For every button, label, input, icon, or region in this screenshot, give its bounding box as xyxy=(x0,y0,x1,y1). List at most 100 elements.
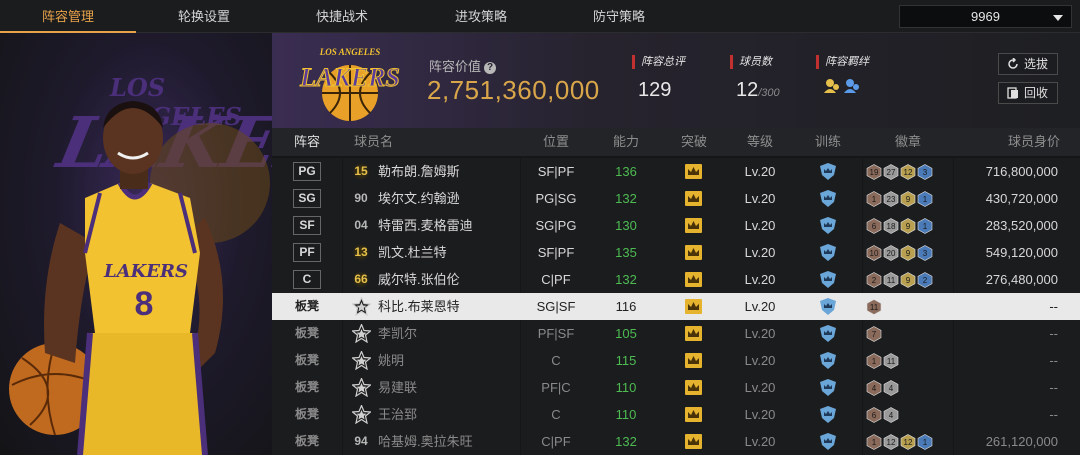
player-salary: 283,520,000 xyxy=(985,218,1058,233)
crown-icon[interactable] xyxy=(685,272,702,287)
badge-icon[interactable]: 9 xyxy=(900,191,916,207)
crown-icon[interactable] xyxy=(685,434,702,449)
badge-icon[interactable]: 6 xyxy=(866,407,882,423)
crown-icon[interactable] xyxy=(685,299,702,314)
badge-icon[interactable]: 12 xyxy=(900,164,916,180)
tab-quick-tactics[interactable]: 快捷战术 xyxy=(272,0,412,33)
crown-icon[interactable] xyxy=(685,191,702,206)
badge-icon[interactable]: 27 xyxy=(883,164,899,180)
badge-icon[interactable]: 1 xyxy=(866,353,882,369)
player-name[interactable]: 威尔特.张伯伦 xyxy=(378,266,518,293)
table-row[interactable]: 板凳 94 哈基姆.奥拉朱旺 C|PF 132 Lv.20 1 12 12 1 … xyxy=(272,428,1080,455)
bond-icon-gold xyxy=(824,79,839,93)
table-row[interactable]: PF 13 凯文.杜兰特 SF|PF 135 Lv.20 10 20 9 3 5… xyxy=(272,239,1080,266)
player-name[interactable]: 勒布朗.詹姆斯 xyxy=(378,158,518,185)
badge-icon[interactable]: 2 xyxy=(917,272,933,288)
table-row[interactable]: 板凳 科比.布莱恩特 SG|SF 116 Lv.20 11 -- xyxy=(272,293,1080,320)
player-ability: 136 xyxy=(615,164,637,179)
recycle-button[interactable]: 回收 xyxy=(998,82,1058,104)
badge-icon[interactable]: 12 xyxy=(883,434,899,450)
badge-icon[interactable]: 1 xyxy=(917,434,933,450)
badge-icon[interactable]: 6 xyxy=(866,218,882,234)
table-row[interactable]: 板凳 姚明 C 115 Lv.20 1 11 -- xyxy=(272,347,1080,374)
badge-icon[interactable]: 4 xyxy=(883,407,899,423)
training-shield-icon[interactable] xyxy=(819,379,837,396)
training-shield-icon[interactable] xyxy=(819,190,837,207)
badge-icon[interactable]: 9 xyxy=(900,245,916,261)
player-name[interactable]: 特雷西.麦格雷迪 xyxy=(378,212,518,239)
training-shield-icon[interactable] xyxy=(819,163,837,180)
bond-icons[interactable] xyxy=(816,77,869,100)
top-nav: 阵容管理 轮换设置 快捷战术 进攻策略 防守策略 9969 xyxy=(0,0,1080,33)
lineup-select[interactable]: 9969 xyxy=(899,5,1072,28)
training-shield-icon[interactable] xyxy=(819,271,837,288)
crown-icon[interactable] xyxy=(685,326,702,341)
player-name[interactable]: 李凯尔 xyxy=(378,320,518,347)
training-shield-icon[interactable] xyxy=(819,325,837,342)
crown-icon[interactable] xyxy=(685,218,702,233)
player-name[interactable]: 易建联 xyxy=(378,374,518,401)
badge-icon[interactable]: 11 xyxy=(866,299,882,315)
crown-icon[interactable] xyxy=(685,380,702,395)
player-rank-star-icon xyxy=(350,349,373,371)
badge-icon[interactable]: 23 xyxy=(883,191,899,207)
tab-rotation-settings[interactable]: 轮换设置 xyxy=(136,0,272,33)
badge-icon[interactable]: 18 xyxy=(883,218,899,234)
tab-offense-strategy[interactable]: 进攻策略 xyxy=(412,0,550,33)
player-name[interactable]: 科比.布莱恩特 xyxy=(378,293,518,320)
badge-icon[interactable]: 11 xyxy=(883,353,899,369)
badge-icon[interactable]: 3 xyxy=(917,245,933,261)
player-name[interactable]: 哈基姆.奥拉朱旺 xyxy=(378,428,518,455)
badge-icon[interactable]: 11 xyxy=(883,272,899,288)
player-name[interactable]: 凯文.杜兰特 xyxy=(378,239,518,266)
badge-icon[interactable]: 10 xyxy=(866,245,882,261)
badge-icon[interactable]: 9 xyxy=(900,272,916,288)
table-row[interactable]: 板凳 易建联 PF|C 110 Lv.20 4 4 -- xyxy=(272,374,1080,401)
table-row[interactable]: SF 04 特雷西.麦格雷迪 SG|PG 130 Lv.20 6 18 9 1 … xyxy=(272,212,1080,239)
tab-defense-strategy[interactable]: 防守策略 xyxy=(550,0,688,33)
help-icon[interactable]: ? xyxy=(484,61,497,74)
player-rank-star-icon xyxy=(350,322,373,344)
training-shield-icon[interactable] xyxy=(819,244,837,261)
player-rank-star-icon xyxy=(350,403,373,425)
slot-label: 板凳 xyxy=(294,353,319,367)
training-shield-icon[interactable] xyxy=(819,217,837,234)
crown-icon[interactable] xyxy=(685,407,702,422)
badge-icon[interactable]: 1 xyxy=(866,191,882,207)
training-shield-icon[interactable] xyxy=(819,406,837,423)
player-name[interactable]: 姚明 xyxy=(378,347,518,374)
crown-icon[interactable] xyxy=(685,245,702,260)
table-row[interactable]: PG 15 勒布朗.詹姆斯 SF|PF 136 Lv.20 19 27 12 3… xyxy=(272,158,1080,185)
player-number-tag: 90 xyxy=(354,191,368,205)
badge-icon[interactable]: 4 xyxy=(866,380,882,396)
player-number-tag: 13 xyxy=(352,244,370,261)
badge-icon[interactable]: 7 xyxy=(866,326,882,342)
badge-icon[interactable]: 1 xyxy=(917,218,933,234)
training-shield-icon[interactable] xyxy=(819,433,837,450)
crown-icon[interactable] xyxy=(685,164,702,179)
badge-icon[interactable]: 1 xyxy=(917,191,933,207)
badge-icon[interactable]: 2 xyxy=(866,272,882,288)
badge-icon[interactable]: 12 xyxy=(900,434,916,450)
badge-icon[interactable]: 19 xyxy=(866,164,882,180)
badge-icon[interactable]: 9 xyxy=(900,218,916,234)
table-row[interactable]: C 66 威尔特.张伯伦 C|PF 132 Lv.20 2 11 9 2 276… xyxy=(272,266,1080,293)
badge-icon[interactable]: 4 xyxy=(883,380,899,396)
table-row[interactable]: 板凳 王治郅 C 110 Lv.20 6 4 -- xyxy=(272,401,1080,428)
player-name[interactable]: 埃尔文.约翰逊 xyxy=(378,185,518,212)
badge-icon[interactable]: 3 xyxy=(917,164,933,180)
tab-lineup-management[interactable]: 阵容管理 xyxy=(0,0,136,33)
badge-icon[interactable]: 1 xyxy=(866,434,882,450)
player-salary: -- xyxy=(1049,380,1058,395)
training-shield-icon[interactable] xyxy=(819,352,837,369)
training-shield-icon[interactable] xyxy=(819,298,837,315)
draft-button[interactable]: 选拔 xyxy=(998,53,1058,75)
player-salary: 549,120,000 xyxy=(985,245,1058,260)
badge-icon[interactable]: 20 xyxy=(883,245,899,261)
player-name[interactable]: 王治郅 xyxy=(378,401,518,428)
crown-icon[interactable] xyxy=(685,353,702,368)
table-row[interactable]: SG 90 埃尔文.约翰逊 PG|SG 132 Lv.20 1 23 9 1 4… xyxy=(272,185,1080,212)
slot-cell: 板凳 xyxy=(272,347,342,374)
table-row[interactable]: 板凳 李凯尔 PF|SF 105 Lv.20 7 -- xyxy=(272,320,1080,347)
player-ability: 110 xyxy=(615,407,637,422)
